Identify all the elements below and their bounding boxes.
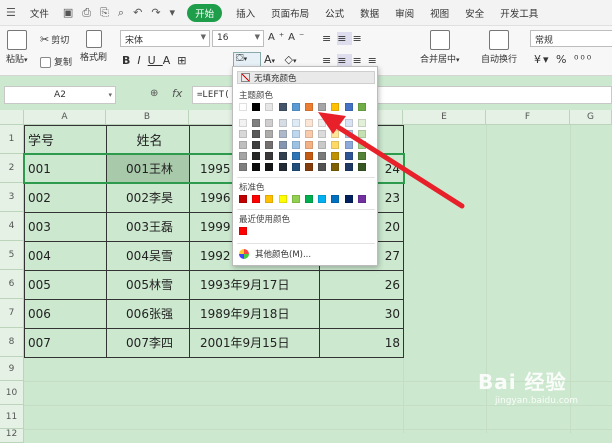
baidu-watermark-logo: Bai 经验 [478,370,567,394]
baidu-watermark-url: jingyan.baidu.com [495,396,579,406]
arrow-shaft [327,119,465,209]
